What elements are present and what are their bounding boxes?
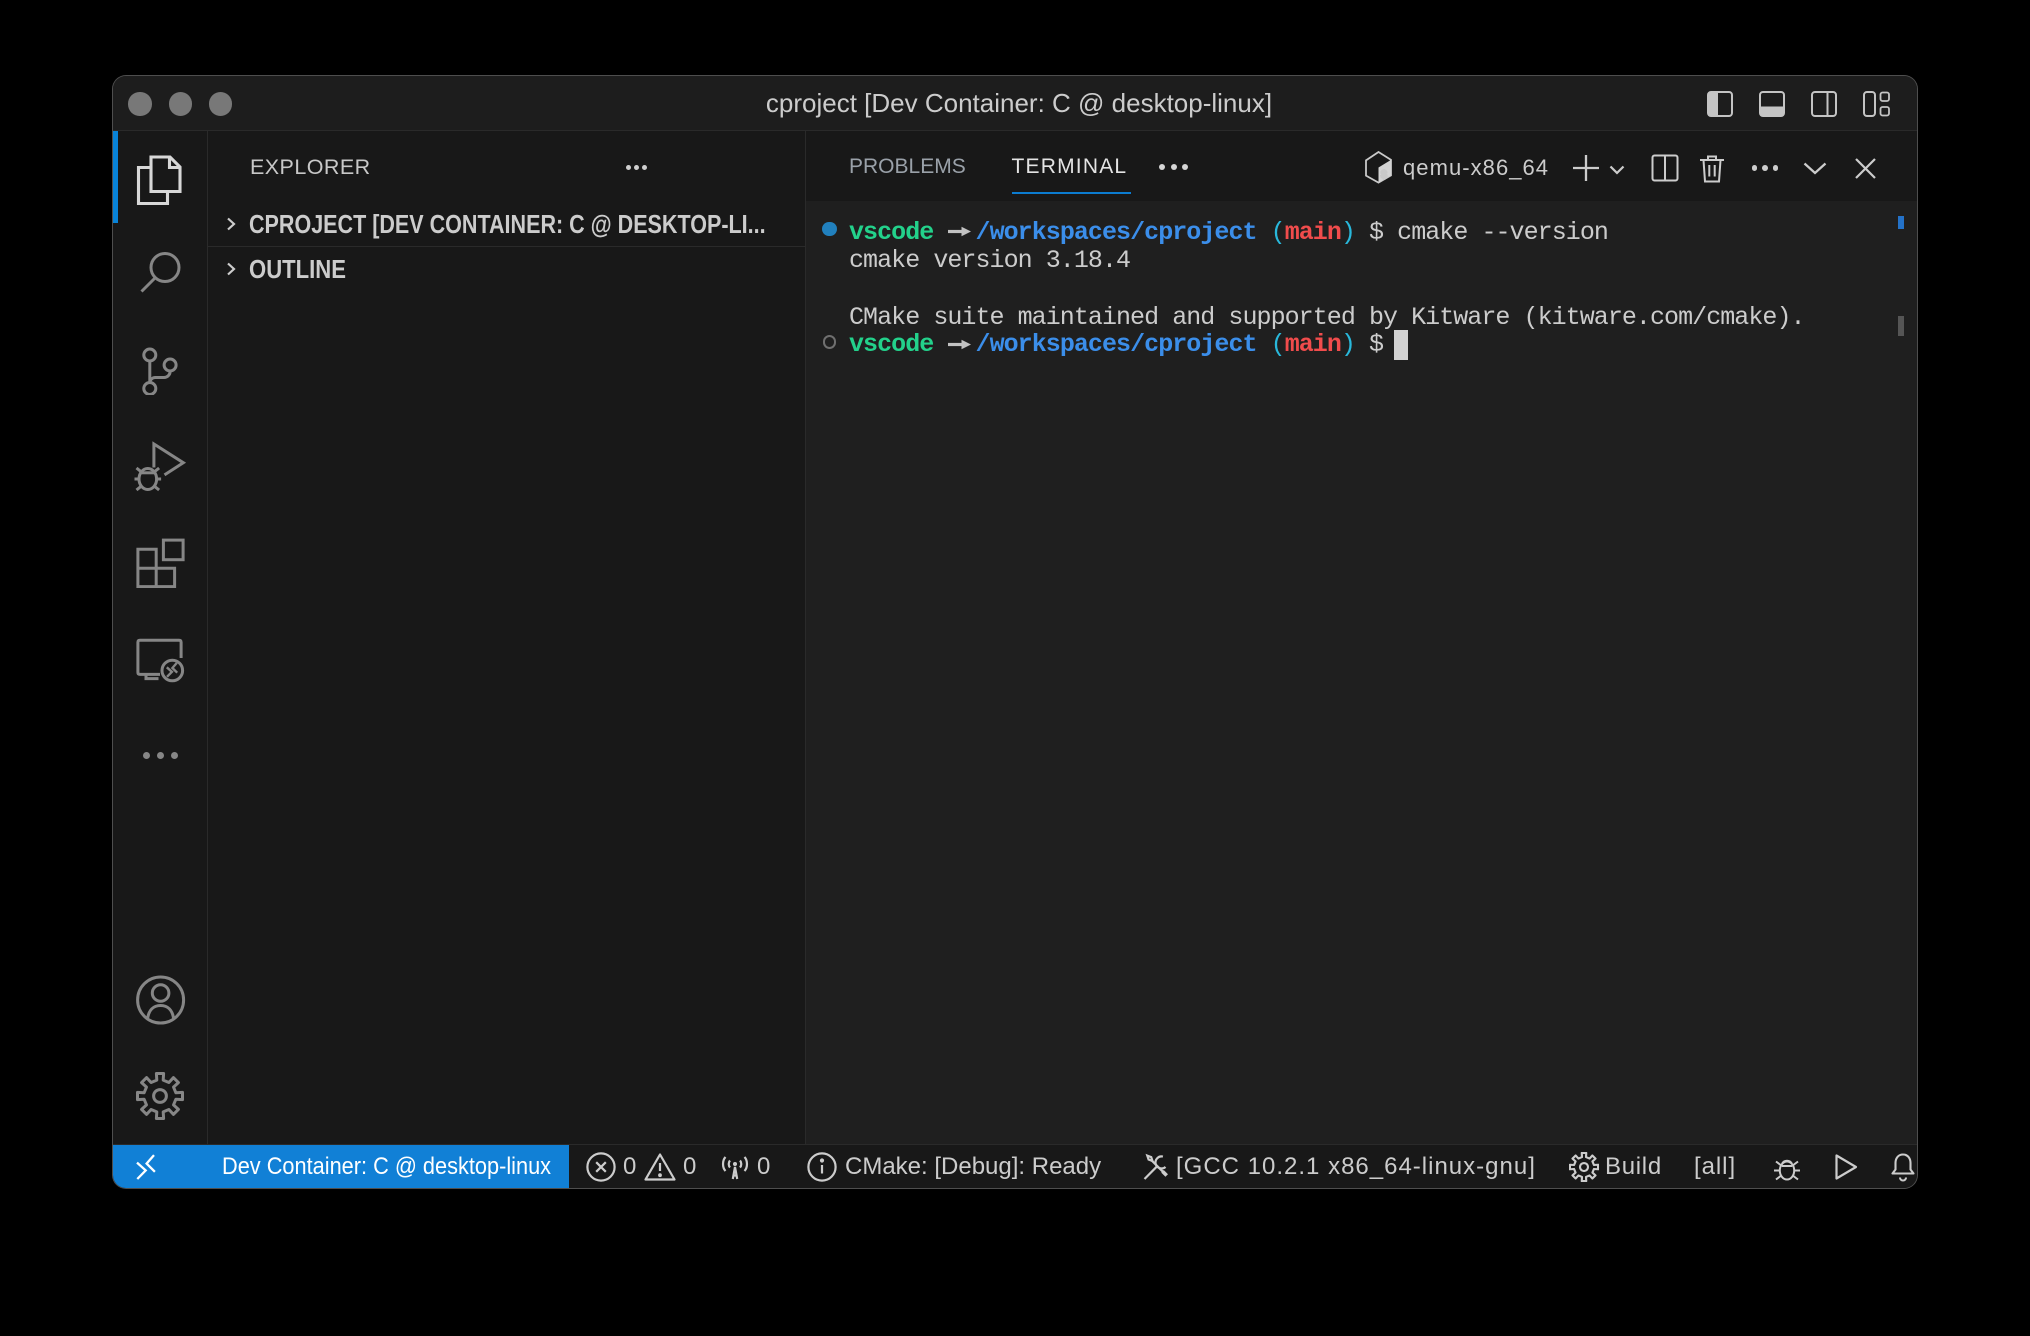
svg-text:$: $: [1381, 170, 1388, 182]
